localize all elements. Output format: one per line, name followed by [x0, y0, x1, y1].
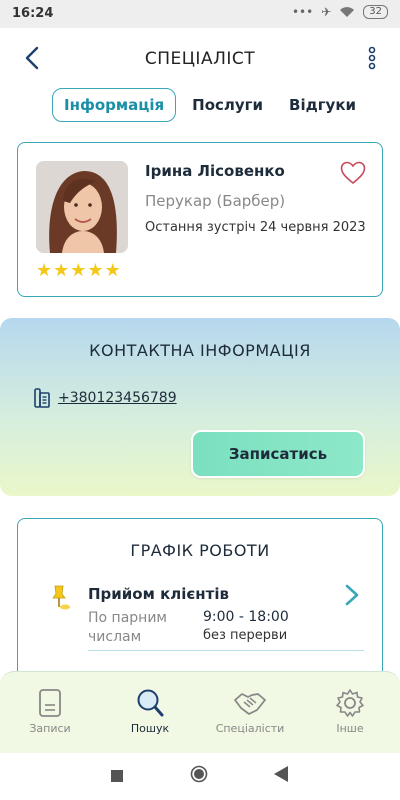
airplane-icon: ✈	[321, 5, 332, 19]
phone-link[interactable]: +380123456789	[58, 390, 177, 406]
tabs: Інформація Послуги Відгуки	[52, 88, 372, 122]
more-options-button[interactable]	[364, 44, 380, 72]
divider	[88, 650, 364, 651]
schedule-days: По парним числам	[88, 610, 167, 645]
profile-card: ★ ★ ★ ★ ★ Ірина Лісовенко Перукар (Барбе…	[17, 142, 383, 297]
wifi-icon	[340, 7, 355, 17]
status-bar: 16:24 ••• ✈ 32	[0, 0, 400, 28]
nav-item-specialists[interactable]: Спеціалісти	[205, 688, 295, 735]
star-icon: ★	[87, 260, 104, 281]
last-meeting: Остання зустріч 24 червня 2023	[145, 220, 366, 235]
star-icon: ★	[104, 260, 121, 281]
pin-icon	[52, 585, 70, 610]
more-vertical-icon	[368, 46, 376, 70]
search-icon	[137, 689, 164, 717]
system-back-button[interactable]	[274, 766, 288, 786]
specialist-role: Перукар (Барбер)	[145, 192, 286, 210]
status-time: 16:24	[12, 6, 54, 21]
favorite-button[interactable]	[340, 161, 366, 185]
home-button[interactable]	[190, 765, 208, 787]
page-title: СПЕЦІАЛІСТ	[144, 49, 256, 69]
star-icon: ★	[36, 260, 53, 281]
records-icon	[39, 689, 61, 717]
avatar-portrait	[36, 161, 128, 253]
tab-services[interactable]: Послуги	[182, 89, 273, 121]
contact-title: КОНТАКТНА ІНФОРМАЦІЯ	[89, 341, 311, 360]
avatar	[36, 161, 128, 253]
nav-label: Записи	[29, 722, 71, 735]
heart-icon	[340, 161, 366, 185]
nav-label: Спеціалісти	[215, 722, 285, 735]
bottom-nav: Записи Пошук Спеціалісти Інше	[0, 671, 400, 753]
rating-stars: ★ ★ ★ ★ ★	[36, 262, 121, 280]
tab-reviews[interactable]: Відгуки	[279, 89, 366, 121]
schedule-heading: Прийом клієнтів	[88, 585, 229, 603]
battery-indicator: 32	[363, 5, 388, 19]
status-icons: ••• ✈ 32	[292, 5, 388, 19]
star-icon: ★	[70, 260, 87, 281]
nav-label: Інше	[336, 722, 364, 735]
schedule-details-button[interactable]	[344, 583, 360, 607]
specialist-name: Ірина Лісовенко	[145, 162, 285, 180]
schedule-card: ГРАФІК РОБОТИ Прийом клієнтів По парним …	[17, 518, 383, 688]
nav-item-records[interactable]: Записи	[5, 688, 95, 735]
nav-label: Пошук	[130, 722, 170, 735]
gear-icon	[336, 689, 364, 717]
chevron-right-icon	[345, 584, 359, 606]
contact-section: КОНТАКТНА ІНФОРМАЦІЯ +380123456789 Запис…	[0, 318, 400, 496]
handshake-icon	[234, 693, 266, 715]
triangle-back-icon	[274, 766, 288, 782]
schedule-hours: 9:00 - 18:00	[203, 609, 289, 625]
book-appointment-button[interactable]: Записатись	[191, 430, 365, 478]
nav-item-search[interactable]: Пошук	[105, 688, 195, 735]
dots-icon: •••	[291, 5, 314, 19]
schedule-break: без перерви	[203, 628, 288, 643]
nav-item-other[interactable]: Інше	[305, 688, 395, 735]
square-icon	[111, 770, 123, 782]
recents-button[interactable]	[111, 767, 123, 786]
schedule-title: ГРАФІК РОБОТИ	[130, 541, 270, 560]
star-icon: ★	[53, 260, 70, 281]
system-nav	[0, 753, 400, 800]
tab-information[interactable]: Інформація	[52, 88, 177, 122]
phone-icon	[34, 388, 50, 408]
home-circle-icon	[190, 765, 208, 783]
